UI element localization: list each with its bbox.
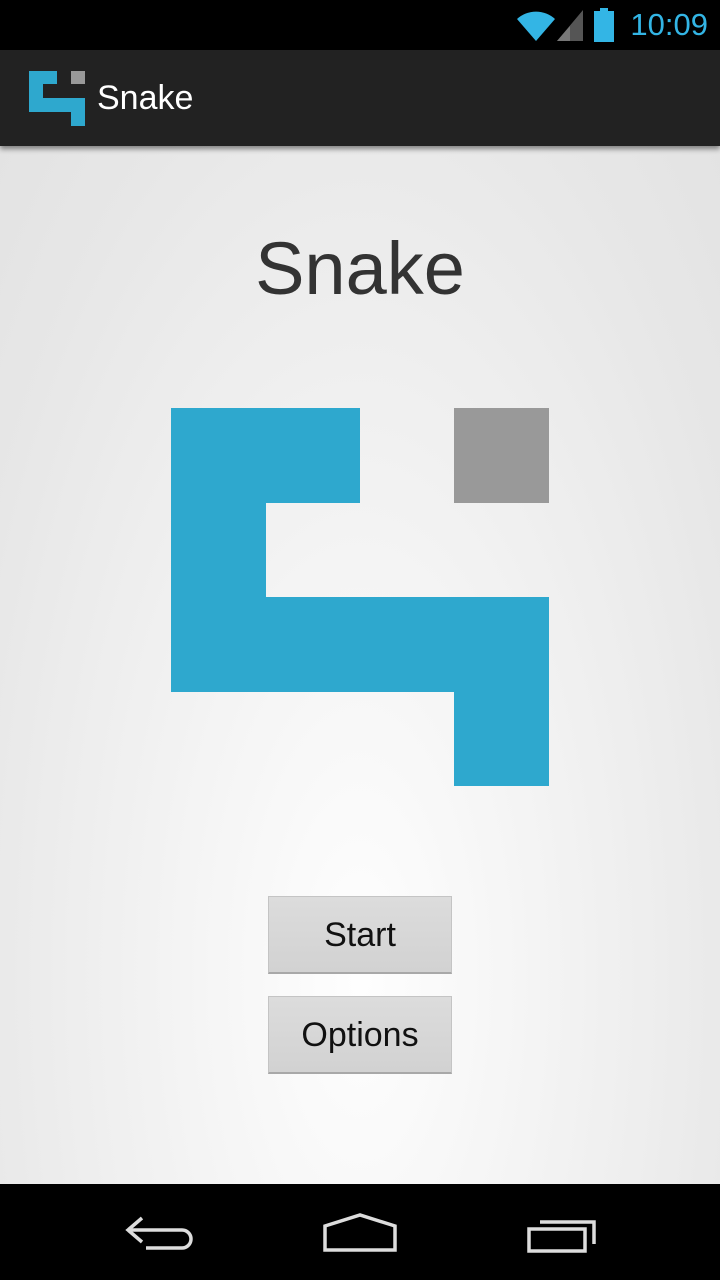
wifi-icon — [516, 8, 556, 46]
snake-logo-icon[interactable] — [28, 70, 86, 130]
page-title: Snake — [255, 227, 465, 310]
status-clock: 10:09 — [630, 7, 708, 42]
back-icon[interactable] — [124, 1212, 196, 1260]
home-icon[interactable] — [322, 1212, 398, 1260]
navigation-bar — [0, 1184, 720, 1280]
signal-icon — [556, 8, 584, 46]
recent-apps-icon[interactable] — [526, 1212, 598, 1260]
snake-food — [454, 408, 549, 503]
start-button[interactable]: Start — [268, 896, 452, 974]
options-button[interactable]: Options — [268, 996, 452, 1074]
main-content: Snake Start Options — [0, 146, 720, 1184]
snake-logo-icon — [171, 408, 549, 790]
status-bar: 10:09 — [0, 0, 720, 50]
app-title: Snake — [97, 79, 194, 117]
action-bar: Snake — [0, 50, 720, 146]
battery-icon — [594, 8, 614, 46]
